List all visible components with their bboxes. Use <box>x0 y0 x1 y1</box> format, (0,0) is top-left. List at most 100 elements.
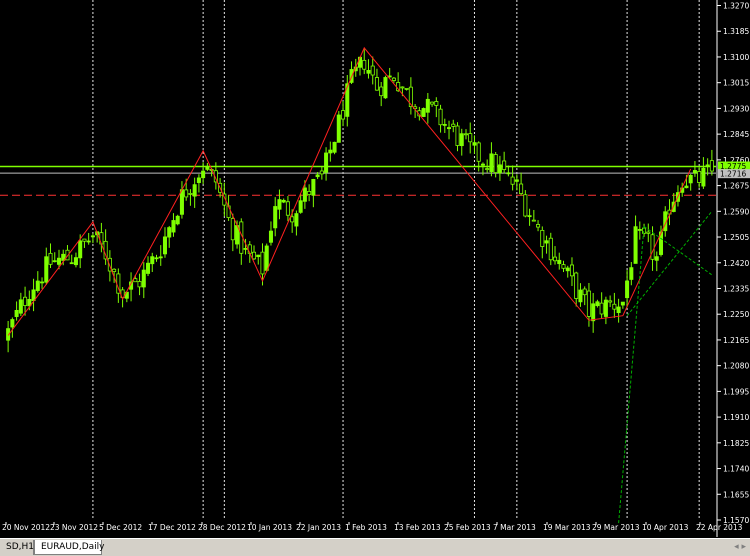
candle-body-46 <box>201 170 206 179</box>
candle-body-112 <box>480 163 485 166</box>
candle-body-60 <box>260 251 265 275</box>
candle-body-123 <box>527 215 532 218</box>
candle-body-116 <box>497 164 502 174</box>
y-tick-label-12: 1.2250 <box>723 310 749 319</box>
candle-body-127 <box>544 240 549 244</box>
candle-body-20 <box>90 235 95 238</box>
candle-body-74 <box>319 170 324 175</box>
y-tick-label-13: 1.2165 <box>723 336 749 345</box>
candle-body-153 <box>654 256 659 261</box>
tab-scroll-arrows[interactable]: ◂ ▸ <box>734 540 746 555</box>
candle-body-56 <box>243 248 248 250</box>
candle-body-163 <box>697 171 702 183</box>
candle-body-93 <box>400 86 405 89</box>
candle-body-144 <box>616 306 621 314</box>
candle-body-8 <box>40 281 45 284</box>
candle-body-120 <box>514 179 519 182</box>
candle-body-45 <box>196 177 201 183</box>
candle-body-124 <box>531 219 536 222</box>
y-tick-label-0: 1.3270 <box>723 2 749 11</box>
candle-body-142 <box>608 300 613 303</box>
candle-body-17 <box>78 240 83 259</box>
candle-body-10 <box>48 252 53 265</box>
candle-body-3 <box>18 299 23 314</box>
candle-body-98 <box>421 108 426 117</box>
candle-body-108 <box>463 133 468 136</box>
candle-body-67 <box>290 216 295 223</box>
candle-body-110 <box>472 142 477 146</box>
x-tick-label-12: 29 Mar 2013 <box>592 523 640 532</box>
candle-body-65 <box>281 199 286 203</box>
candle-body-47 <box>205 165 210 170</box>
x-tick-label-0: 20 Nov 2012 <box>2 523 50 532</box>
candle-body-79 <box>341 110 346 120</box>
candle-body-119 <box>510 176 515 185</box>
candle-body-91 <box>391 77 396 81</box>
x-tick-label-4: 28 Dec 2012 <box>198 523 246 532</box>
price-chart[interactable]: 1.3270 1.3185 1.3100 1.3015 1.2930 1.2845 1.27… <box>0 0 750 537</box>
candle-body-166 <box>709 160 714 172</box>
candle-body-162 <box>692 170 697 174</box>
candle-body-128 <box>548 237 553 261</box>
candle-body-118 <box>506 172 511 175</box>
candle-body-71 <box>307 191 312 195</box>
candle-body-106 <box>455 125 460 146</box>
candle-body-62 <box>268 230 273 243</box>
candle-body-58 <box>252 251 257 260</box>
y-tick-label-11: 1.2335 <box>723 284 749 293</box>
x-tick-label-5: 10 Jan 2013 <box>247 523 292 532</box>
candle-body-41 <box>179 189 184 215</box>
candle-body-94 <box>404 88 409 90</box>
candle-body-143 <box>612 303 617 310</box>
candle-body-53 <box>230 218 235 241</box>
candle-body-132 <box>565 267 570 272</box>
candle-body-165 <box>705 164 710 167</box>
price-label-current: 1.2716 <box>720 170 746 179</box>
x-tick-label-6: 22 Jan 2013 <box>296 523 341 532</box>
time-axis: 20 Nov 2012 23 Nov 2012 5 Dec 2012 17 Dec 2… <box>2 522 743 532</box>
y-tick-label-1: 1.3185 <box>723 27 749 36</box>
candle-body-113 <box>485 168 490 170</box>
candle-body-32 <box>141 269 146 288</box>
tab-euraud-daily[interactable]: EURAUD,Daily <box>34 540 104 555</box>
candle-body-37 <box>162 236 167 255</box>
candle-body-102 <box>438 108 443 126</box>
x-tick-label-11: 19 Mar 2013 <box>543 523 591 532</box>
candle-body-35 <box>154 257 159 260</box>
candle-body-16 <box>73 257 78 266</box>
candle-body-104 <box>447 127 452 130</box>
candle-body-43 <box>188 193 193 195</box>
candle-body-38 <box>167 227 172 238</box>
candle-body-135 <box>578 289 583 303</box>
candle-body-44 <box>192 184 197 197</box>
tab-sd-h1[interactable]: SD,H1 <box>0 540 34 555</box>
candle-body-136 <box>582 288 587 296</box>
y-tick-label-2: 1.3100 <box>723 53 749 62</box>
candle-body-36 <box>158 256 163 259</box>
y-tick-label-14: 1.2080 <box>723 362 749 371</box>
x-tick-label-7: 1 Feb 2013 <box>345 523 387 532</box>
candle-body-152 <box>650 234 655 260</box>
x-tick-label-10: 7 Mar 2013 <box>493 523 536 532</box>
candle-body-87 <box>374 77 379 91</box>
x-tick-label-2: 5 Dec 2012 <box>99 523 142 532</box>
y-tick-label-10: 1.2420 <box>723 259 749 268</box>
candle-body-1 <box>10 319 15 328</box>
candle-body-117 <box>502 160 507 170</box>
candle-body-76 <box>328 149 333 154</box>
candle-body-141 <box>603 299 608 317</box>
candle-body-33 <box>146 262 151 274</box>
x-tick-label-13: 10 Apr 2013 <box>642 523 689 532</box>
candle-body-2 <box>14 309 19 317</box>
candle-body-101 <box>434 101 439 106</box>
candle-body-12 <box>56 257 62 265</box>
candle-body-103 <box>442 124 447 126</box>
candle-body-63 <box>273 206 278 229</box>
candle-body-86 <box>370 65 375 76</box>
candle-body-164 <box>701 167 706 187</box>
candle-body-70 <box>302 187 307 202</box>
x-tick-label-8: 13 Feb 2013 <box>394 523 441 532</box>
candle-body-115 <box>493 154 498 174</box>
candle-body-147 <box>629 267 634 280</box>
candle-body-139 <box>595 301 600 307</box>
